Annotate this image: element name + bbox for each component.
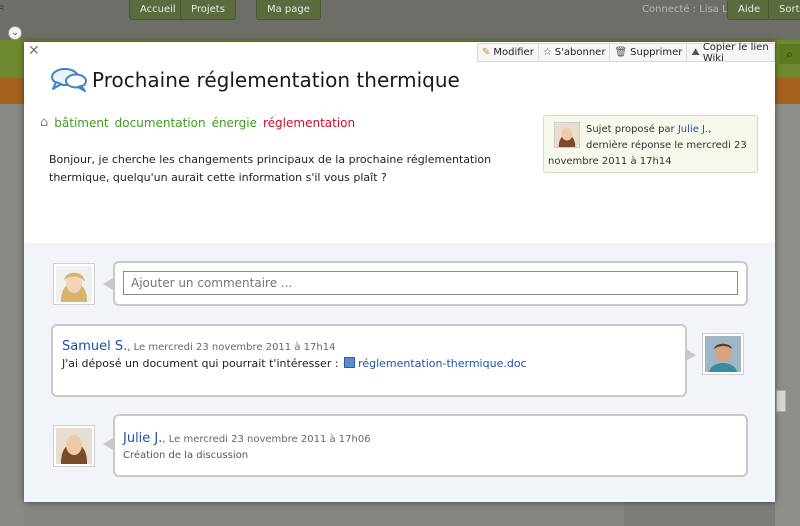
collapse-chevron-icon[interactable]: ⌄: [8, 26, 22, 40]
comment-date: , Le mercredi 23 novembre 2011 à 17h14: [127, 342, 336, 353]
wiki-link-icon: ⛰: [691, 47, 700, 58]
comment-text: J'ai déposé un document qui pourrait t'i…: [62, 357, 685, 370]
add-comment-pointer: [103, 278, 113, 290]
delete-button-label: Supprimer: [630, 47, 683, 58]
tag-list: ⌂ bâtiment documentation énergie régleme…: [40, 115, 355, 130]
logout-button[interactable]: Sortir: [768, 0, 800, 20]
subscribe-button[interactable]: ☆ S'abonner: [539, 44, 611, 61]
edit-button-label: Modifier: [493, 47, 534, 58]
meta-author-link[interactable]: Julie J.: [678, 124, 708, 135]
tag-batiment[interactable]: bâtiment: [54, 116, 108, 130]
add-comment-input[interactable]: [123, 271, 738, 295]
discussion-title: Prochaine réglementation thermique: [92, 68, 460, 92]
background-left-panel: [0, 104, 24, 526]
connected-user-label: Connecté : Lisa L.: [642, 4, 731, 15]
attachment-link[interactable]: réglementation-thermique.doc: [358, 357, 527, 370]
comment-author-link[interactable]: Julie J.: [123, 431, 162, 446]
background-right-panel: [775, 104, 800, 526]
julie-avatar: [53, 425, 95, 467]
background-button: [776, 390, 786, 412]
comment-pointer: [686, 349, 696, 361]
star-icon: ☆: [542, 47, 552, 58]
comment-date: , Le mercredi 23 novembre 2011 à 17h06: [162, 434, 371, 445]
discussion-actions-toolbar: ✎ Modifier ☆ S'abonner 🗑 Supprimer ⛰ Cop…: [477, 42, 775, 64]
meta-prefix: Sujet proposé par: [586, 124, 675, 135]
document-icon: [344, 357, 356, 368]
copy-wiki-link-button[interactable]: ⛰ Copier le lien Wiki: [687, 42, 774, 64]
current-user-avatar-image: [56, 266, 92, 302]
comment-card: Julie J., Le mercredi 23 novembre 2011 à…: [113, 414, 748, 477]
samuel-avatar-image: [705, 336, 741, 372]
search-icon[interactable]: ⌕: [779, 44, 800, 64]
help-button[interactable]: Aide: [727, 0, 772, 20]
subscribe-button-label: S'abonner: [554, 47, 606, 58]
add-comment-box: [113, 261, 748, 306]
julie-avatar-image: [56, 428, 92, 464]
close-icon[interactable]: ✕: [28, 43, 40, 59]
pencil-icon: ✎: [482, 47, 491, 58]
tag-energie[interactable]: énergie: [212, 116, 257, 130]
nav-tab-accueil[interactable]: Accueil: [129, 0, 187, 20]
nav-tab-ma-page[interactable]: Ma page: [256, 0, 321, 20]
delete-button[interactable]: 🗑 Supprimer: [610, 44, 688, 61]
current-user-avatar: [53, 263, 95, 305]
samuel-avatar: [702, 333, 744, 375]
discussion-title-row: Prochaine réglementation thermique: [50, 67, 460, 93]
author-avatar: [554, 122, 580, 148]
copy-wiki-link-label: Copier le lien Wiki: [702, 42, 769, 64]
comment-card: Samuel S., Le mercredi 23 novembre 2011 …: [51, 324, 687, 397]
speech-bubbles-icon: [51, 68, 87, 92]
comment-author-link[interactable]: Samuel S.: [62, 339, 127, 354]
nav-tab-projets[interactable]: Projets: [180, 0, 236, 20]
tag-icon: ⌂: [40, 115, 49, 130]
discussion-body: Bonjour, je cherche les changements prin…: [49, 153, 492, 184]
tag-reglementation[interactable]: réglementation: [263, 116, 355, 130]
app-logo-icon: ꩰ: [5, 6, 27, 22]
comment-text-content: J'ai déposé un document qui pourrait t'i…: [62, 357, 339, 370]
comment-text: Création de la discussion: [123, 450, 249, 461]
comment-pointer: [103, 438, 113, 450]
tag-documentation[interactable]: documentation: [115, 116, 206, 130]
discussion-modal: ✕ ✎ Modifier ☆ S'abonner 🗑 Supprimer ⛰ C…: [24, 42, 775, 502]
discussion-meta-box: Sujet proposé par Julie J., dernière rép…: [543, 115, 758, 173]
trash-icon: 🗑: [614, 47, 628, 58]
background-bottom-panel: [24, 502, 624, 526]
top-navigation-bar: ꩰ Accueil Projets Ma page Connecté : Lis…: [0, 0, 800, 40]
edit-button[interactable]: ✎ Modifier: [478, 44, 539, 61]
